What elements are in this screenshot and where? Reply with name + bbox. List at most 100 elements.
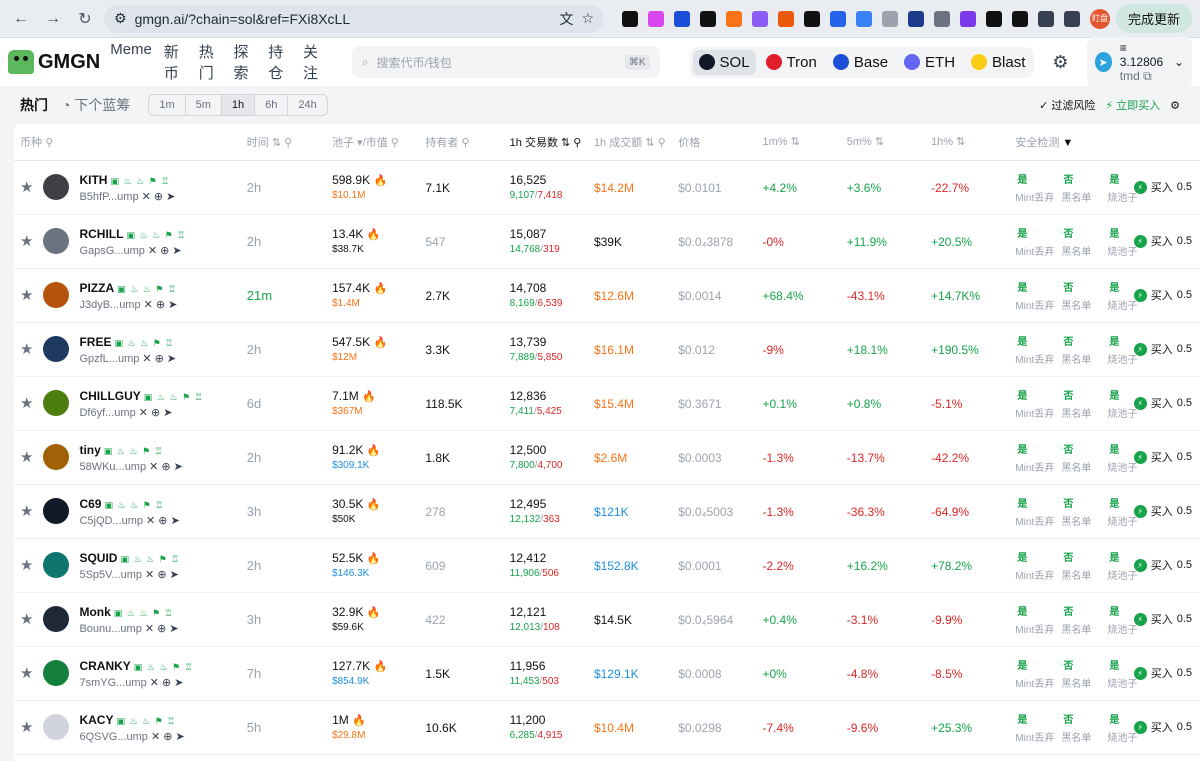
coin-name[interactable]: PIZZA [79, 281, 114, 295]
timeframe-5m[interactable]: 5m [186, 95, 222, 115]
coin-address[interactable]: Df6yf...ump [79, 407, 135, 419]
col-1h[interactable]: 1h% ⇅ [931, 124, 1016, 161]
table-row[interactable]: ★ KACY ▣ ♨ ♨ ⚑ ♖ 6QSVG...ump ✕ ⊕ ➤ 5h 1M 🔥… [14, 700, 1200, 755]
table-row[interactable]: ★ RCHILL ▣ ♨ ♨ ⚑ ♖ GapsG...ump ✕ ⊕ ➤ 2h 13… [14, 214, 1200, 269]
extension-icon[interactable] [726, 10, 742, 27]
search-input[interactable]: ⌕ 搜索代币/钱包 ⌘K [351, 46, 660, 78]
quick-buy-button[interactable]: ⚡ 买入 0.5 [1133, 179, 1200, 195]
chain-sol[interactable]: SOL [692, 49, 756, 75]
nav-holdings[interactable]: 持仓 [268, 41, 291, 83]
coin-avatar[interactable] [43, 552, 70, 578]
profile-avatar[interactable]: 盯盘 [1089, 8, 1110, 29]
coin-name[interactable]: SQUID [79, 551, 117, 565]
coin-avatar[interactable] [43, 390, 70, 416]
quick-buy-button[interactable]: ⚡ 买入 0.5 [1133, 503, 1200, 519]
table-row[interactable]: ★ FREE ▣ ♨ ♨ ⚑ ♖ GpzfL...ump ✕ ⊕ ➤ 2h 547.… [14, 322, 1200, 377]
social-icons[interactable]: ✕ ⊕ ➤ [151, 731, 185, 743]
extension-icon[interactable] [830, 10, 846, 27]
star-icon[interactable]: ★ [20, 340, 33, 358]
chain-blast[interactable]: Blast [965, 50, 1031, 75]
star-icon[interactable]: ★ [20, 664, 33, 682]
social-icons[interactable]: ✕ ⊕ ➤ [149, 461, 183, 473]
coin-address[interactable]: 6QSVG...ump [79, 731, 147, 743]
table-row[interactable]: ★ KITH ▣ ♨ ♨ ⚑ ♖ B5hfP...ump ✕ ⊕ ➤ 2h 598.… [14, 160, 1200, 215]
extension-icon[interactable] [1012, 10, 1028, 27]
table-row[interactable]: ★ SQUID ▣ ♨ ♨ ⚑ ♖ 5Sp5V...ump ✕ ⊕ ➤ 2h 52.… [14, 538, 1200, 593]
quick-buy-button[interactable]: ⚡ 买入 0.5 [1133, 665, 1200, 681]
coin-avatar[interactable] [43, 174, 70, 200]
chevron-down-icon[interactable]: ⌄ [1174, 55, 1184, 69]
nav-meme[interactable]: Meme [110, 41, 152, 83]
coin-address[interactable]: B5hfP...ump [79, 191, 138, 203]
social-icons[interactable]: ✕ ⊕ ➤ [148, 245, 182, 257]
coin-avatar[interactable] [43, 498, 70, 524]
timeframe-1h[interactable]: 1h [221, 95, 256, 115]
col-5m[interactable]: 5m% ⇅ [846, 124, 932, 161]
quick-buy-button[interactable]: ⚡ 买入 0.5 [1133, 233, 1200, 249]
table-row[interactable]: ★ tiny ▣ ♨ ♨ ⚑ ♖ 58WKu...ump ✕ ⊕ ➤ 2h 91.2… [14, 430, 1200, 485]
nav-following[interactable]: 关注 [303, 41, 326, 83]
table-row[interactable]: ★ CHILLGUY ▣ ♨ ♨ ⚑ ♖ Df6yf...ump ✕ ⊕ ➤ 6d … [14, 376, 1200, 431]
coin-avatar[interactable] [43, 444, 70, 470]
quick-buy-button[interactable]: ⚡ 买入 0.5 [1133, 395, 1200, 411]
extension-icon[interactable] [778, 10, 794, 27]
col-safety[interactable]: 安全检测 ▼ [1015, 124, 1134, 161]
coin-address[interactable]: C5jQD...ump [79, 515, 143, 527]
quick-buy-button[interactable]: ⚡ 买入 0.5 [1133, 449, 1200, 465]
quick-buy-button[interactable]: ⚡ 买入 0.5 [1133, 557, 1200, 573]
table-row[interactable]: ★ CRANKY ▣ ♨ ♨ ⚑ ♖ 7smYG...ump ✕ ⊕ ➤ 7h 12… [14, 646, 1200, 701]
extension-icon[interactable] [804, 10, 820, 27]
col-txs[interactable]: 1h 交易数 ⇅ ⚲ [509, 124, 594, 161]
extension-icon[interactable] [752, 10, 768, 27]
coin-avatar[interactable] [43, 282, 70, 308]
chain-eth[interactable]: ETH [898, 50, 961, 75]
quick-settings-icon[interactable]: ⚙ [1170, 99, 1180, 112]
coin-avatar[interactable] [43, 336, 70, 362]
extension-icon[interactable] [674, 10, 690, 27]
timeframe-24h[interactable]: 24h [288, 95, 326, 115]
timeframe-6h[interactable]: 6h [255, 95, 289, 115]
table-row[interactable]: ★ C69 ▣ ♨ ♨ ⚑ ♖ C5jQD...ump ✕ ⊕ ➤ 3h 30.5K… [14, 484, 1200, 539]
filter-risk-toggle[interactable]: ✓ 过滤风险 [1039, 97, 1095, 113]
social-icons[interactable]: ✕ ⊕ ➤ [146, 515, 180, 527]
settings-gear-icon[interactable]: ⚙ [1052, 52, 1068, 73]
coin-address[interactable]: GapsG...ump [79, 245, 144, 257]
coin-name[interactable]: Monk [79, 605, 110, 619]
extension-icon[interactable] [960, 10, 976, 27]
star-icon[interactable]: ★ [20, 610, 33, 628]
translate-icon[interactable]: 文 [559, 9, 573, 29]
quick-buy-button[interactable]: ⚡ 买入 0.5 [1133, 611, 1200, 627]
coin-address[interactable]: 7smYG...ump [79, 677, 146, 689]
coin-name[interactable]: C69 [79, 497, 101, 511]
table-row[interactable]: ★ PIZZA ▣ ♨ ♨ ⚑ ♖ J3dyB...ump ✕ ⊕ ➤ 21m 15… [14, 268, 1200, 323]
back-icon[interactable]: ← [8, 6, 34, 32]
social-icons[interactable]: ✕ ⊕ ➤ [150, 677, 184, 689]
forward-icon[interactable]: → [40, 6, 66, 32]
sidebar-icon[interactable] [1064, 10, 1080, 27]
col-volume[interactable]: 1h 成交额 ⇅ ⚲ [593, 124, 679, 161]
buy-now-toggle[interactable]: ⚡ 立即买入 [1105, 97, 1160, 113]
nav-new[interactable]: 新币 [164, 41, 187, 83]
social-icons[interactable]: ✕ ⊕ ➤ [144, 299, 178, 311]
coin-avatar[interactable] [43, 606, 70, 632]
nav-discover[interactable]: 探索 [233, 41, 256, 83]
coin-address[interactable]: 58WKu...ump [79, 461, 146, 473]
coin-avatar[interactable] [43, 714, 70, 740]
star-icon[interactable]: ★ [20, 718, 33, 736]
quick-buy-button[interactable]: ⚡ 买入 0.5 [1133, 719, 1200, 735]
col-holders[interactable]: 持有者 ⚲ [425, 124, 510, 161]
table-row[interactable]: ★ Monk ▣ ♨ ♨ ⚑ ♖ Bounu...ump ✕ ⊕ ➤ 3h 32.9… [14, 592, 1200, 647]
coin-address[interactable]: J3dyB...ump [79, 299, 140, 311]
coin-address[interactable]: 5Sp5V...ump [79, 569, 142, 581]
chain-tron[interactable]: Tron [760, 50, 823, 75]
timeframe-1m[interactable]: 1m [149, 95, 186, 115]
star-icon[interactable]: ★ [20, 502, 33, 520]
coin-name[interactable]: RCHILL [79, 227, 123, 241]
extension-icon[interactable] [908, 10, 924, 27]
star-icon[interactable]: ★ [20, 448, 33, 466]
tab-next-bluechip[interactable]: ◔ 下个蓝筹 [62, 95, 130, 115]
coin-name[interactable]: tiny [79, 443, 100, 457]
extension-icon[interactable] [700, 10, 716, 27]
chain-base[interactable]: Base [827, 50, 894, 75]
col-pool[interactable]: 池子 ▾/市值 ⚲ [332, 124, 426, 161]
